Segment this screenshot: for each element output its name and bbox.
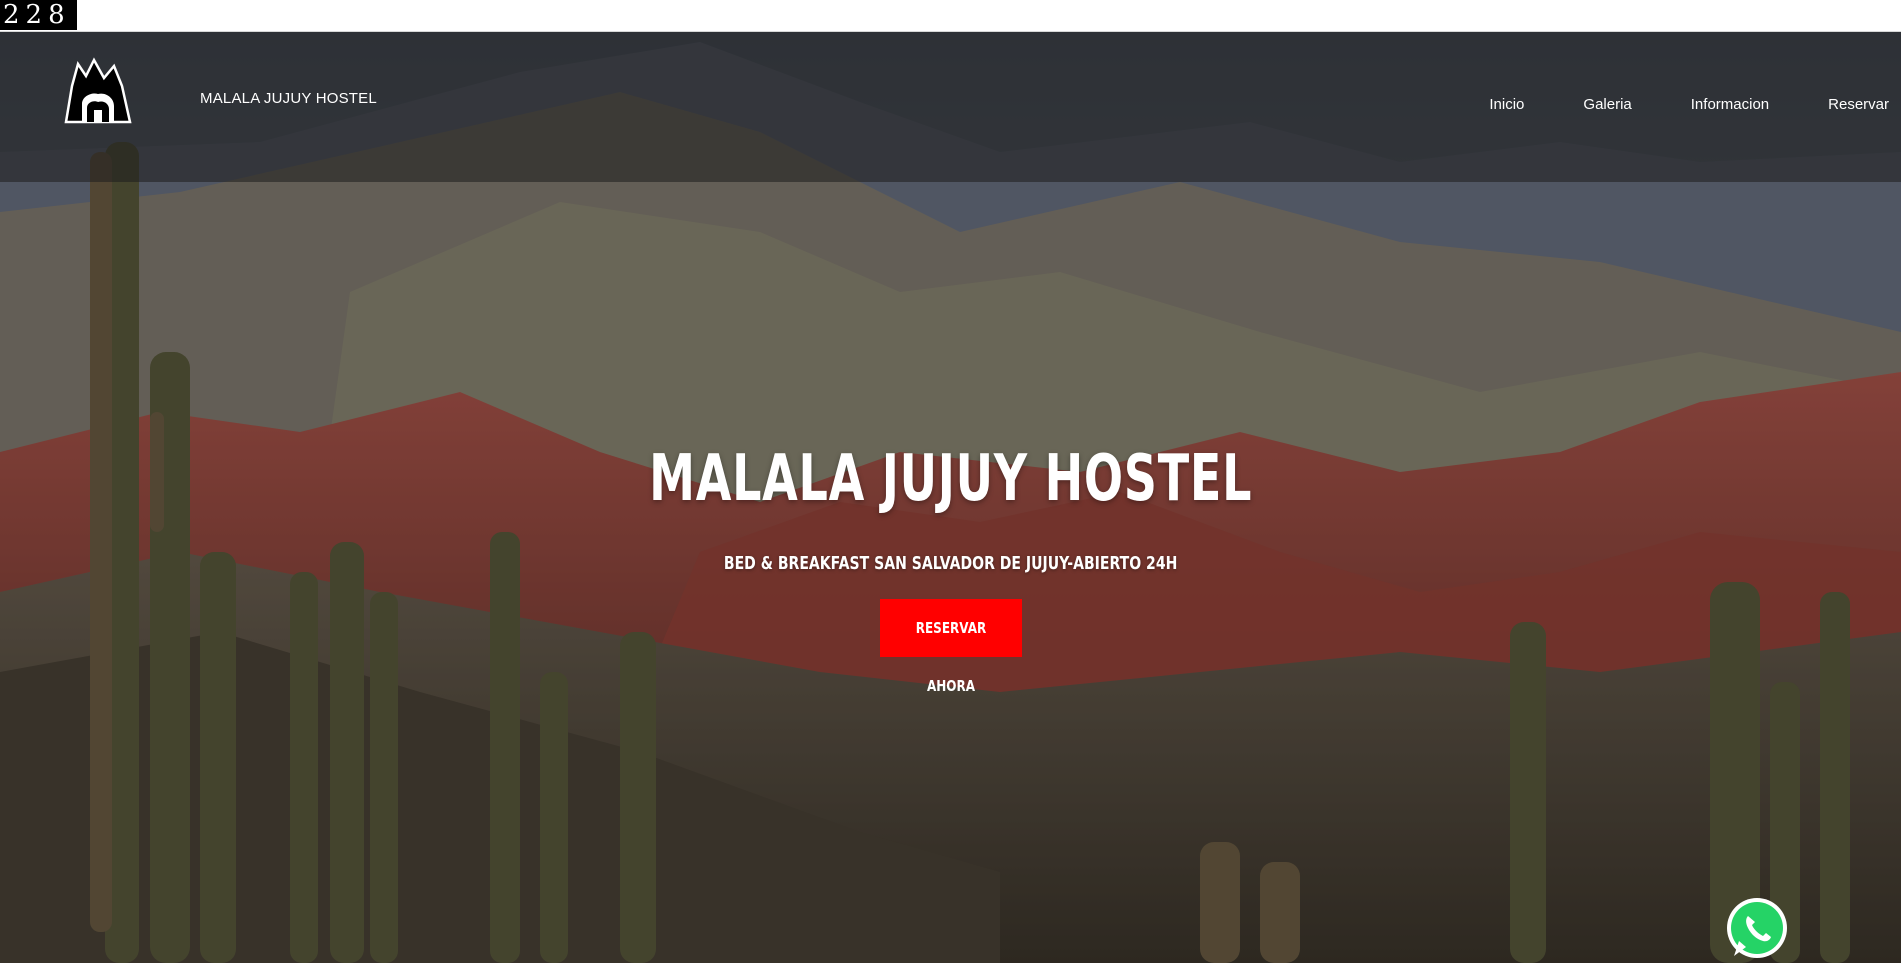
mountain-logo-icon[interactable] (64, 56, 132, 128)
main-nav: Inicio Galeria Informacion Reservar (1489, 96, 1901, 113)
navbar: MALALA JUJUY HOSTEL Inicio Galeria Infor… (0, 32, 1901, 182)
page: 228 MALALA JUJUY HOSTEL BED & BREAKFAST … (0, 0, 1901, 963)
top-strip: 228 (0, 0, 1901, 32)
nav-item-inicio[interactable]: Inicio (1489, 96, 1524, 113)
counter-badge: 228 (0, 0, 77, 30)
hero-title: MALALA JUJUY HOSTEL (649, 442, 1253, 516)
hero-subtitle: BED & BREAKFAST SAN SALVADOR DE JUJUY-AB… (723, 553, 1178, 574)
reservar-ahora-button[interactable]: RESERVAR AHORA (880, 599, 1022, 695)
brand-name[interactable]: MALALA JUJUY HOSTEL (200, 90, 377, 107)
whatsapp-icon[interactable] (1722, 894, 1792, 963)
nav-item-reservar[interactable]: Reservar (1828, 96, 1889, 113)
reservar-ahora-label: RESERVAR AHORA (915, 619, 987, 695)
nav-item-informacion[interactable]: Informacion (1691, 96, 1769, 113)
nav-item-galeria[interactable]: Galeria (1583, 96, 1631, 113)
